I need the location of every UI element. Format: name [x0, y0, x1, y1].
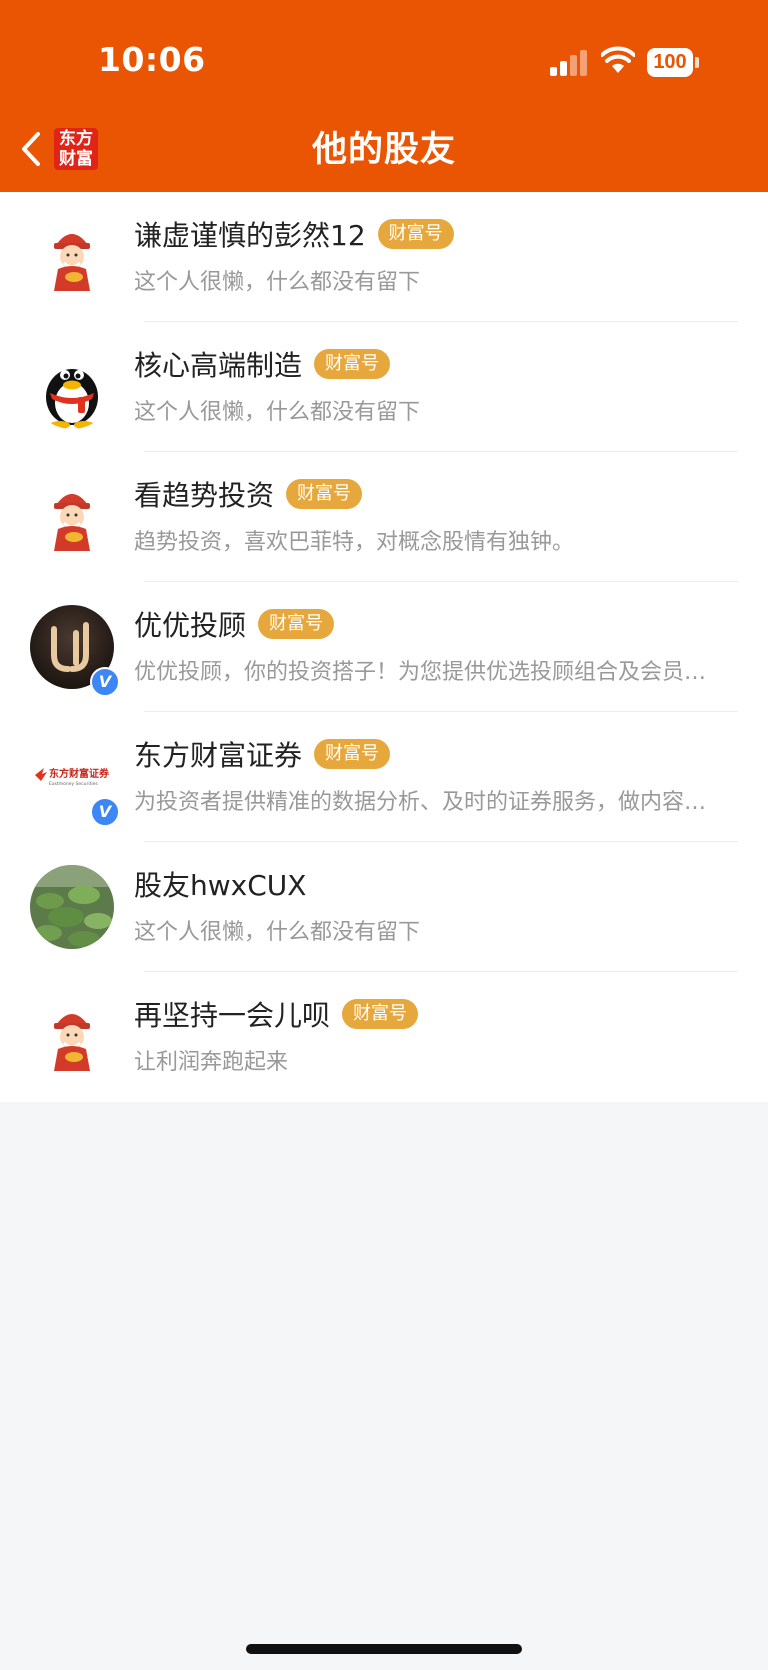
user-list: 谦虚谨慎的彭然12 财富号 这个人很懒，什么都没有留下 核心高端制造 财富号 这…	[0, 192, 768, 1102]
user-bio: 这个人很懒，什么都没有留下	[134, 270, 421, 295]
user-bio: 这个人很懒，什么都没有留下	[134, 400, 421, 425]
verified-badge-icon: V	[90, 797, 120, 827]
cellular-signal-icon	[550, 50, 587, 76]
user-bio: 为投资者提供精准的数据分析、及时的证券服务，做内容…	[134, 790, 707, 815]
list-item[interactable]: 看趋势投资 财富号 趋势投资，喜欢巴菲特，对概念股情有独钟。	[0, 452, 768, 582]
battery-icon: 100	[647, 48, 699, 77]
list-item[interactable]: 股友hwxCUX 这个人很懒，什么都没有留下	[0, 842, 768, 972]
battery-level: 100	[647, 48, 693, 77]
penguin-avatar[interactable]	[30, 345, 114, 429]
caifuhao-badge: 财富号	[314, 349, 391, 379]
user-name: 核心高端制造	[134, 349, 303, 382]
list-item[interactable]: 再坚持一会儿呗 财富号 让利润奔跑起来	[0, 972, 768, 1102]
caifuhao-badge: 财富号	[258, 609, 335, 639]
user-bio: 这个人很懒，什么都没有留下	[134, 920, 421, 945]
list-item[interactable]: 谦虚谨慎的彭然12 财富号 这个人很懒，什么都没有留下	[0, 192, 768, 322]
list-item[interactable]: 东方财富证券 Eastmoney Securities V 东方财富证券 财富号…	[0, 712, 768, 842]
caifuhao-badge: 财富号	[342, 999, 419, 1029]
user-name: 再坚持一会儿呗	[134, 999, 331, 1032]
home-indicator	[246, 1644, 522, 1654]
caishen-avatar[interactable]	[30, 995, 114, 1079]
wifi-icon	[601, 46, 635, 73]
caishen-avatar[interactable]	[30, 215, 114, 299]
caifuhao-badge: 财富号	[314, 739, 391, 769]
user-bio: 让利润奔跑起来	[134, 1050, 289, 1075]
list-item[interactable]: 核心高端制造 财富号 这个人很懒，什么都没有留下	[0, 322, 768, 452]
user-bio: 优优投顾，你的投资搭子！为您提供优选投顾组合及会员…	[134, 660, 707, 685]
user-name: 看趋势投资	[134, 479, 275, 512]
user-name: 东方财富证券	[134, 739, 303, 772]
list-item[interactable]: V 优优投顾 财富号 优优投顾，你的投资搭子！为您提供优选投顾组合及会员…	[0, 582, 768, 712]
user-name: 股友hwxCUX	[134, 869, 307, 902]
lotus-pond-avatar[interactable]	[30, 865, 114, 949]
user-bio: 趋势投资，喜欢巴菲特，对概念股情有独钟。	[134, 530, 575, 555]
caifuhao-badge: 财富号	[286, 479, 363, 509]
svg-text:Eastmoney Securities: Eastmoney Securities	[49, 781, 98, 787]
caifuhao-badge: 财富号	[377, 219, 454, 249]
status-time: 10:06	[98, 40, 206, 79]
battery-tip	[695, 57, 699, 68]
caishen-avatar[interactable]	[30, 475, 114, 559]
page-title: 他的股友	[311, 130, 456, 170]
user-name: 优优投顾	[134, 609, 247, 642]
user-name: 谦虚谨慎的彭然12	[134, 219, 366, 252]
app-header: 10:06 100 东方 财富 他的股友	[0, 0, 768, 192]
verified-badge-icon: V	[90, 667, 120, 697]
svg-text:东方财富证券: 东方财富证券	[49, 767, 110, 780]
